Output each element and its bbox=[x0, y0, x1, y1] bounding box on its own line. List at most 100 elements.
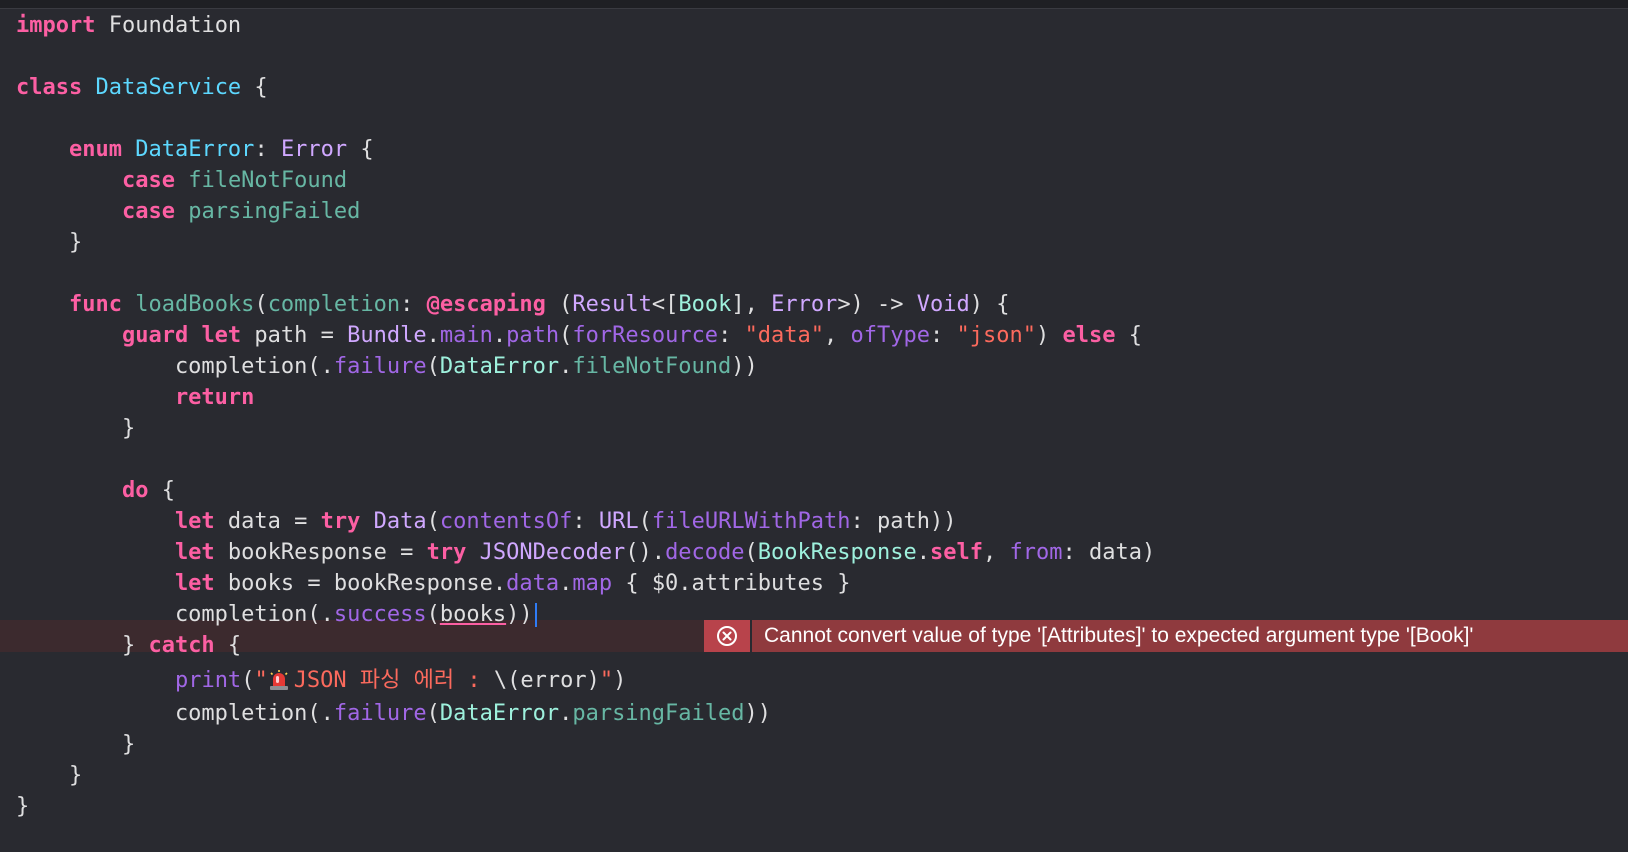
code-token: case bbox=[16, 199, 175, 224]
code-token: " bbox=[254, 668, 268, 693]
code-token: URL bbox=[598, 509, 639, 534]
code-token: . bbox=[426, 323, 440, 348]
code-token: print bbox=[174, 668, 242, 693]
code-token: . bbox=[559, 701, 573, 726]
code-token: ( bbox=[241, 668, 255, 693]
code-line[interactable]: completion(.failure(DataError.fileNotFou… bbox=[16, 351, 758, 383]
code-token: fileNotFound bbox=[572, 354, 732, 379]
code-line[interactable]: let books = bookResponse.data.map { $0.a… bbox=[16, 568, 851, 600]
code-line[interactable]: } bbox=[16, 760, 82, 792]
siren-emoji-icon bbox=[269, 670, 288, 690]
code-token: : bbox=[254, 137, 281, 162]
code-token: contentsOf bbox=[439, 509, 573, 534]
code-token: } bbox=[16, 633, 149, 658]
code-line[interactable]: let data = try Data(contentsOf: URL(file… bbox=[16, 506, 957, 538]
code-token: data = bbox=[214, 509, 321, 534]
code-token: failure bbox=[333, 354, 427, 379]
code-line[interactable]: } bbox=[16, 413, 135, 445]
code-line[interactable]: enum DataError: Error { bbox=[16, 134, 374, 166]
inline-error-banner[interactable]: Cannot convert value of type '[Attribute… bbox=[704, 620, 1628, 652]
code-token: , bbox=[824, 323, 851, 348]
code-editor[interactable]: Cannot convert value of type '[Attribute… bbox=[0, 10, 1628, 852]
code-token: map bbox=[572, 571, 613, 596]
code-line[interactable]: } catch { bbox=[16, 630, 241, 662]
code-token: <[ bbox=[651, 292, 679, 317]
code-token: Result bbox=[572, 292, 652, 317]
code-line[interactable]: guard let path = Bundle.main.path(forRes… bbox=[16, 320, 1142, 352]
code-token: let bbox=[16, 540, 215, 565]
code-token: ( bbox=[545, 292, 573, 317]
code-token: success bbox=[333, 602, 427, 627]
code-token: )) bbox=[731, 354, 758, 379]
code-token: failure bbox=[333, 701, 427, 726]
code-token: class bbox=[16, 75, 83, 100]
code-line[interactable]: case fileNotFound bbox=[16, 165, 347, 197]
code-token: try bbox=[320, 509, 361, 534]
code-token: ( bbox=[426, 354, 440, 379]
code-token: self bbox=[930, 540, 983, 565]
code-token: : bbox=[572, 509, 599, 534]
code-token: try bbox=[426, 540, 467, 565]
code-token: } bbox=[16, 794, 30, 819]
code-token: fileURLWithPath bbox=[651, 509, 851, 534]
code-token: books bbox=[439, 602, 507, 627]
code-token: . bbox=[559, 571, 573, 596]
code-line[interactable]: } bbox=[16, 791, 29, 823]
code-token: path = bbox=[241, 323, 348, 348]
code-token: { bbox=[148, 478, 175, 503]
code-line[interactable]: import Foundation bbox=[16, 10, 241, 42]
code-token: ) { bbox=[969, 292, 1010, 317]
code-token: path bbox=[506, 323, 560, 348]
code-token: Data bbox=[373, 509, 427, 534]
code-token: Error bbox=[280, 137, 348, 162]
code-token: : bbox=[718, 323, 745, 348]
code-token: fileNotFound bbox=[188, 168, 348, 193]
code-line[interactable]: return bbox=[16, 382, 254, 414]
code-token: (). bbox=[625, 540, 666, 565]
error-icon-box[interactable] bbox=[704, 620, 752, 652]
code-token: "json" bbox=[956, 323, 1037, 348]
code-line[interactable]: class DataService { bbox=[16, 72, 268, 104]
code-token: . bbox=[916, 540, 930, 565]
code-line[interactable]: case parsingFailed bbox=[16, 196, 360, 228]
code-token: loadBooks bbox=[135, 292, 255, 317]
code-token: Void bbox=[916, 292, 970, 317]
code-token: do bbox=[16, 478, 149, 503]
code-token: catch bbox=[148, 633, 215, 658]
code-token: DataError bbox=[439, 354, 560, 379]
code-token: , bbox=[982, 540, 1010, 565]
code-token: parsingFailed bbox=[188, 199, 361, 224]
code-token: JSONDecoder bbox=[479, 540, 626, 565]
editor-top-border bbox=[0, 0, 1628, 9]
code-line[interactable]: } bbox=[16, 729, 135, 761]
code-token: parsingFailed bbox=[572, 701, 745, 726]
code-token: @escaping bbox=[426, 292, 546, 317]
code-token: completion(. bbox=[16, 701, 334, 726]
code-token: completion(. bbox=[16, 354, 334, 379]
code-line[interactable]: func loadBooks(completion: @escaping (Re… bbox=[16, 289, 1010, 321]
code-token: else bbox=[1062, 323, 1116, 348]
code-token: decode bbox=[665, 540, 745, 565]
code-token: ) bbox=[1036, 323, 1063, 348]
code-token: : path)) bbox=[850, 509, 957, 534]
code-token: ( bbox=[254, 292, 268, 317]
code-line[interactable]: do { bbox=[16, 475, 175, 507]
code-token: Error bbox=[771, 292, 838, 317]
code-line[interactable]: completion(.success(books)) bbox=[16, 599, 537, 631]
code-token: DataError bbox=[135, 137, 255, 162]
code-line[interactable]: let bookResponse = try JSONDecoder().dec… bbox=[16, 537, 1155, 569]
code-token: )) bbox=[506, 602, 533, 627]
code-line[interactable]: print(" JSON 파싱 에러 : \(error)") bbox=[16, 665, 626, 697]
code-line[interactable]: } bbox=[16, 227, 82, 259]
code-token: ofType bbox=[850, 323, 931, 348]
code-token: { bbox=[1115, 323, 1142, 348]
code-token: " bbox=[599, 668, 614, 693]
code-token: } bbox=[16, 230, 83, 255]
code-line[interactable]: completion(.failure(DataError.parsingFai… bbox=[16, 698, 771, 730]
code-token: func bbox=[16, 292, 122, 317]
